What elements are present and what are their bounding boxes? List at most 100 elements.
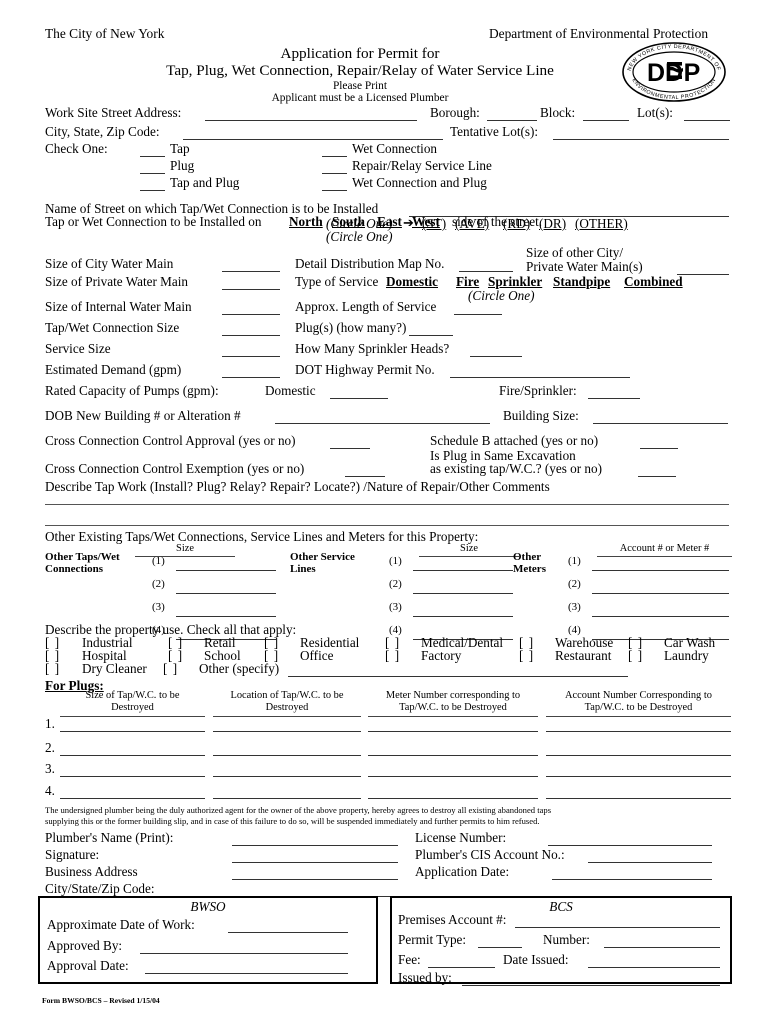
size-internal-water-main-label: Size of Internal Water Main bbox=[45, 299, 192, 314]
building-size-label: Building Size: bbox=[503, 408, 579, 423]
check-tap-and-plug-blank[interactable] bbox=[140, 175, 165, 191]
street-suffix-dr[interactable]: (DR) bbox=[539, 216, 566, 231]
direction-south[interactable]: South bbox=[332, 214, 365, 229]
plugs-size-input-3[interactable] bbox=[60, 761, 205, 777]
cross-connection-exemption-input[interactable] bbox=[345, 461, 385, 477]
checkbox-laundry[interactable]: [ ] bbox=[628, 648, 643, 664]
service-lines-size-input-1[interactable] bbox=[413, 555, 513, 571]
size-private-water-main-input[interactable] bbox=[222, 274, 280, 290]
bwso-approval-date-input[interactable] bbox=[145, 958, 348, 974]
dob-building-label: DOB New Building # or Alteration # bbox=[45, 408, 241, 423]
meters-account-input-1[interactable] bbox=[592, 555, 729, 571]
size-internal-water-main-input[interactable] bbox=[222, 299, 280, 315]
checkbox-dry-cleaner[interactable]: [ ] bbox=[45, 661, 60, 677]
plugs-size-input-4[interactable] bbox=[60, 783, 205, 799]
other-taps-row-number-3: (3) bbox=[152, 601, 165, 613]
service-type-combined[interactable]: Combined bbox=[624, 274, 683, 289]
check-wet-connection-blank[interactable] bbox=[322, 141, 347, 157]
signature-input[interactable] bbox=[232, 847, 398, 863]
size-city-water-main-input[interactable] bbox=[222, 256, 280, 272]
tap-wet-connection-size-input[interactable] bbox=[222, 320, 280, 336]
bcs-date-issued-input[interactable] bbox=[588, 952, 720, 968]
plugs-meter-input-1[interactable] bbox=[368, 716, 538, 732]
schedule-b-input[interactable] bbox=[640, 433, 678, 449]
direction-west[interactable]: West bbox=[412, 214, 440, 229]
plugs-meter-input-2[interactable] bbox=[368, 740, 538, 756]
check-plug-blank[interactable] bbox=[140, 158, 165, 174]
plugs-account-input-1[interactable] bbox=[546, 716, 731, 732]
size-other-city-input[interactable] bbox=[677, 259, 729, 275]
rated-capacity-fire-sprinkler-input[interactable] bbox=[588, 383, 640, 399]
plugs-location-input-2[interactable] bbox=[213, 740, 361, 756]
block-input[interactable] bbox=[583, 105, 629, 121]
license-number-input[interactable] bbox=[548, 830, 712, 846]
dob-building-input[interactable] bbox=[275, 408, 490, 424]
direction-north[interactable]: North bbox=[289, 214, 323, 229]
checkbox-other[interactable]: [ ] bbox=[163, 661, 178, 677]
building-size-input[interactable] bbox=[593, 408, 728, 424]
lots-input[interactable] bbox=[684, 105, 730, 121]
plugs-account-input-2[interactable] bbox=[546, 740, 731, 756]
bcs-date-issued-label: Date Issued: bbox=[503, 952, 569, 967]
bcs-premises-account-label: Premises Account #: bbox=[398, 912, 507, 927]
plugs-location-input-3[interactable] bbox=[213, 761, 361, 777]
plug-same-excavation-input[interactable] bbox=[638, 461, 676, 477]
meters-account-input-3[interactable] bbox=[592, 601, 729, 617]
check-repair-relay-blank[interactable] bbox=[322, 158, 347, 174]
other-taps-size-input-2[interactable] bbox=[176, 578, 276, 594]
plugs-meter-input-4[interactable] bbox=[368, 783, 538, 799]
plugs-how-many-input[interactable] bbox=[409, 320, 453, 336]
affidavit-line-1: The undersigned plumber being the duly a… bbox=[45, 805, 552, 815]
business-address-input[interactable] bbox=[232, 864, 398, 880]
application-date-input[interactable] bbox=[552, 864, 712, 880]
service-type-standpipe[interactable]: Standpipe bbox=[553, 274, 610, 289]
cross-connection-approval-input[interactable] bbox=[330, 433, 370, 449]
work-site-address-label: Work Site Street Address: bbox=[45, 105, 182, 120]
estimated-demand-input[interactable] bbox=[222, 362, 280, 378]
sprinkler-heads-input[interactable] bbox=[470, 341, 522, 357]
tentative-lots-input[interactable] bbox=[553, 124, 729, 140]
bcs-fee-input[interactable] bbox=[428, 952, 495, 968]
bcs-issued-by-input[interactable] bbox=[462, 970, 720, 986]
service-type-sprinkler[interactable]: Sprinkler bbox=[488, 274, 542, 289]
street-suffix-other[interactable]: (OTHER) bbox=[575, 216, 628, 231]
approx-length-input[interactable] bbox=[454, 299, 502, 315]
borough-input[interactable] bbox=[487, 105, 537, 121]
service-size-input[interactable] bbox=[222, 341, 280, 357]
borough-label: Borough: bbox=[430, 105, 480, 120]
plugs-account-input-4[interactable] bbox=[546, 783, 731, 799]
form-title-line1: Application for Permit for bbox=[280, 45, 440, 62]
check-wc-and-plug-blank[interactable] bbox=[322, 175, 347, 191]
dot-highway-permit-input[interactable] bbox=[450, 362, 630, 378]
service-lines-size-input-2[interactable] bbox=[413, 578, 513, 594]
plumber-name-input[interactable] bbox=[232, 830, 398, 846]
plugs-location-input-4[interactable] bbox=[213, 783, 361, 799]
meters-account-input-2[interactable] bbox=[592, 578, 729, 594]
check-tap-blank[interactable] bbox=[140, 141, 165, 157]
service-type-domestic[interactable]: Domestic bbox=[386, 274, 438, 289]
property-use-other-input[interactable] bbox=[288, 661, 628, 677]
signature-city-state-zip-input[interactable] bbox=[232, 881, 398, 897]
bwso-approx-date-input[interactable] bbox=[228, 917, 348, 933]
rated-capacity-domestic-input[interactable] bbox=[330, 383, 388, 399]
direction-east[interactable]: East bbox=[377, 214, 402, 229]
service-lines-size-input-3[interactable] bbox=[413, 601, 513, 617]
city-state-zip-input[interactable] bbox=[183, 124, 443, 140]
other-taps-size-input-1[interactable] bbox=[176, 555, 276, 571]
bcs-premises-account-input[interactable] bbox=[515, 912, 720, 928]
describe-tap-work-line-2[interactable] bbox=[45, 525, 729, 526]
service-type-fire[interactable]: Fire bbox=[456, 274, 479, 289]
plugs-meter-input-3[interactable] bbox=[368, 761, 538, 777]
plugs-location-input-1[interactable] bbox=[213, 716, 361, 732]
bcs-number-input[interactable] bbox=[604, 932, 720, 948]
bwso-approved-by-input[interactable] bbox=[140, 938, 348, 954]
plugs-size-input-1[interactable] bbox=[60, 716, 205, 732]
describe-tap-work-line-1[interactable] bbox=[45, 504, 729, 505]
plugs-size-input-2[interactable] bbox=[60, 740, 205, 756]
bcs-permit-type-input[interactable] bbox=[478, 932, 522, 948]
detail-distribution-map-input[interactable] bbox=[459, 256, 513, 272]
work-site-address-input[interactable] bbox=[205, 105, 417, 121]
plugs-account-input-3[interactable] bbox=[546, 761, 731, 777]
cis-account-input[interactable] bbox=[588, 847, 712, 863]
other-taps-size-input-3[interactable] bbox=[176, 601, 276, 617]
